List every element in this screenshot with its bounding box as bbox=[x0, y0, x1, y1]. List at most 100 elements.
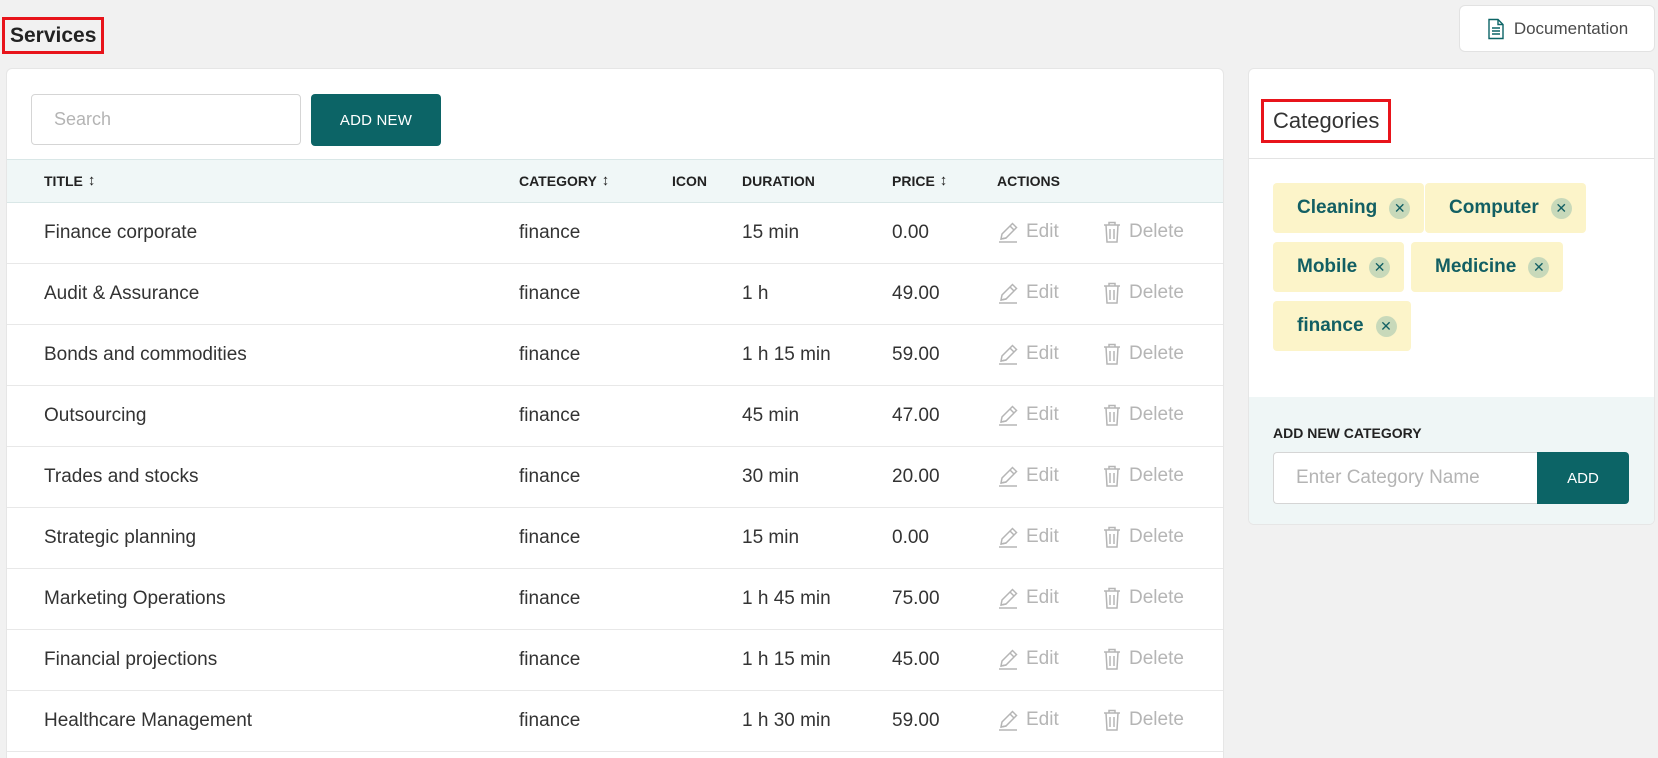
edit-button[interactable]: Edit bbox=[997, 525, 1059, 549]
service-title: Bonds and commodities bbox=[44, 344, 247, 365]
service-price: 75.00 bbox=[892, 588, 940, 609]
service-price: 20.00 bbox=[892, 466, 940, 487]
close-icon[interactable]: ✕ bbox=[1389, 197, 1411, 219]
service-category: finance bbox=[519, 710, 581, 731]
search-input[interactable] bbox=[31, 94, 301, 145]
category-chip-label: Computer bbox=[1449, 197, 1539, 218]
pencil-icon bbox=[999, 283, 1018, 304]
delete-button[interactable]: Delete bbox=[1101, 220, 1184, 244]
service-category: finance bbox=[519, 283, 581, 304]
service-duration: 1 h 15 min bbox=[742, 344, 831, 365]
delete-button[interactable]: Delete bbox=[1101, 708, 1184, 732]
trash-icon bbox=[1104, 587, 1120, 609]
table-row: Bonds and commodities finance 1 h 15 min 59… bbox=[7, 325, 1223, 386]
edit-label: Edit bbox=[1026, 648, 1059, 669]
table-row: Marketing Operations finance 1 h 45 min 75.… bbox=[7, 569, 1223, 630]
edit-label: Edit bbox=[1026, 465, 1059, 486]
category-chip: Mobile ✕ bbox=[1273, 242, 1405, 292]
service-category: finance bbox=[519, 344, 581, 365]
toolbar: ADD NEW bbox=[7, 69, 1223, 159]
delete-button[interactable]: Delete bbox=[1101, 647, 1184, 671]
delete-label: Delete bbox=[1129, 587, 1184, 608]
delete-button[interactable]: Delete bbox=[1101, 403, 1184, 427]
edit-button[interactable]: Edit bbox=[997, 647, 1059, 671]
service-title: Trades and stocks bbox=[44, 466, 199, 487]
category-chip-label: Mobile bbox=[1297, 256, 1358, 277]
delete-button[interactable]: Delete bbox=[1101, 464, 1184, 488]
close-icon[interactable]: ✕ bbox=[1375, 315, 1397, 337]
close-icon[interactable]: ✕ bbox=[1369, 256, 1391, 278]
trash-icon bbox=[1104, 526, 1120, 548]
service-duration: 45 min bbox=[742, 405, 800, 426]
documentation-label: Documentation bbox=[1513, 18, 1629, 38]
table-row: Healthcare Management finance 1 h 30 min 59… bbox=[7, 691, 1223, 752]
categories-card: Categories Cleaning ✕ Computer ✕ Mobile ✕ Medi… bbox=[1248, 68, 1655, 525]
service-price: 59.00 bbox=[892, 710, 940, 731]
close-icon[interactable]: ✕ bbox=[1528, 256, 1550, 278]
service-title: Healthcare Management bbox=[44, 710, 253, 731]
trash-icon bbox=[1104, 404, 1120, 426]
service-title: Financial projections bbox=[44, 649, 218, 670]
delete-label: Delete bbox=[1129, 465, 1184, 486]
edit-button[interactable]: Edit bbox=[997, 403, 1059, 427]
trash-icon bbox=[1104, 709, 1120, 731]
service-duration: 1 h 45 min bbox=[742, 588, 831, 609]
sort-icon[interactable]: ↕ bbox=[88, 173, 96, 188]
documentation-button[interactable]: Documentation bbox=[1459, 5, 1655, 52]
pencil-icon bbox=[999, 710, 1018, 731]
col-actions: ACTIONS bbox=[997, 173, 1060, 189]
service-duration: 15 min bbox=[742, 222, 800, 243]
edit-button[interactable]: Edit bbox=[997, 464, 1059, 488]
delete-button[interactable]: Delete bbox=[1101, 342, 1184, 366]
sort-icon[interactable]: ↕ bbox=[602, 173, 610, 188]
edit-button[interactable]: Edit bbox=[997, 281, 1059, 305]
trash-icon bbox=[1104, 282, 1120, 304]
page-title: Services bbox=[2, 17, 105, 54]
delete-button[interactable]: Delete bbox=[1101, 586, 1184, 610]
category-chip: Cleaning ✕ bbox=[1273, 183, 1425, 233]
delete-label: Delete bbox=[1129, 526, 1184, 547]
service-title: Finance corporate bbox=[44, 222, 198, 243]
service-title: Outsourcing bbox=[44, 405, 147, 426]
trash-icon bbox=[1104, 465, 1120, 487]
edit-button[interactable]: Edit bbox=[997, 708, 1059, 732]
category-name-input[interactable] bbox=[1273, 452, 1537, 504]
col-icon-label: ICON bbox=[672, 173, 707, 189]
col-price-label: PRICE bbox=[892, 173, 935, 189]
delete-button[interactable]: Delete bbox=[1101, 281, 1184, 305]
add-category-button[interactable]: ADD bbox=[1537, 452, 1629, 504]
col-category[interactable]: CATEGORY ↕ bbox=[519, 173, 609, 189]
pencil-icon bbox=[999, 222, 1018, 243]
edit-label: Edit bbox=[1026, 343, 1059, 364]
service-category: finance bbox=[519, 405, 581, 426]
category-chip-label: Cleaning bbox=[1297, 197, 1378, 218]
close-icon[interactable]: ✕ bbox=[1550, 197, 1572, 219]
delete-label: Delete bbox=[1129, 221, 1184, 242]
table-row: Finance corporate finance 15 min 0.00 Edit De… bbox=[7, 203, 1223, 264]
delete-button[interactable]: Delete bbox=[1101, 525, 1184, 549]
service-category: finance bbox=[519, 588, 581, 609]
add-new-button[interactable]: ADD NEW bbox=[311, 94, 441, 146]
col-title-label: TITLE bbox=[44, 173, 83, 189]
categories-header: Categories bbox=[1249, 69, 1654, 159]
category-chip-label: Medicine bbox=[1435, 256, 1517, 277]
edit-label: Edit bbox=[1026, 221, 1059, 242]
edit-button[interactable]: Edit bbox=[997, 586, 1059, 610]
edit-button[interactable]: Edit bbox=[997, 342, 1059, 366]
col-price[interactable]: PRICE ↕ bbox=[892, 173, 947, 189]
service-title: Marketing Operations bbox=[44, 588, 226, 609]
service-price: 47.00 bbox=[892, 405, 940, 426]
delete-label: Delete bbox=[1129, 709, 1184, 730]
edit-button[interactable]: Edit bbox=[997, 220, 1059, 244]
category-chip: Medicine ✕ bbox=[1411, 242, 1564, 292]
col-title[interactable]: TITLE ↕ bbox=[44, 173, 95, 189]
edit-label: Edit bbox=[1026, 587, 1059, 608]
sort-icon[interactable]: ↕ bbox=[940, 173, 948, 188]
pencil-icon bbox=[999, 344, 1018, 365]
service-category: finance bbox=[519, 527, 581, 548]
table-body: Finance corporate finance 15 min 0.00 Edit De… bbox=[7, 203, 1223, 752]
table-header: TITLE ↕ CATEGORY ↕ ICON DURATION PRICE ↕… bbox=[7, 159, 1223, 203]
col-duration-label: DURATION bbox=[742, 173, 815, 189]
col-duration: DURATION bbox=[742, 173, 815, 189]
service-title: Strategic planning bbox=[44, 527, 197, 548]
